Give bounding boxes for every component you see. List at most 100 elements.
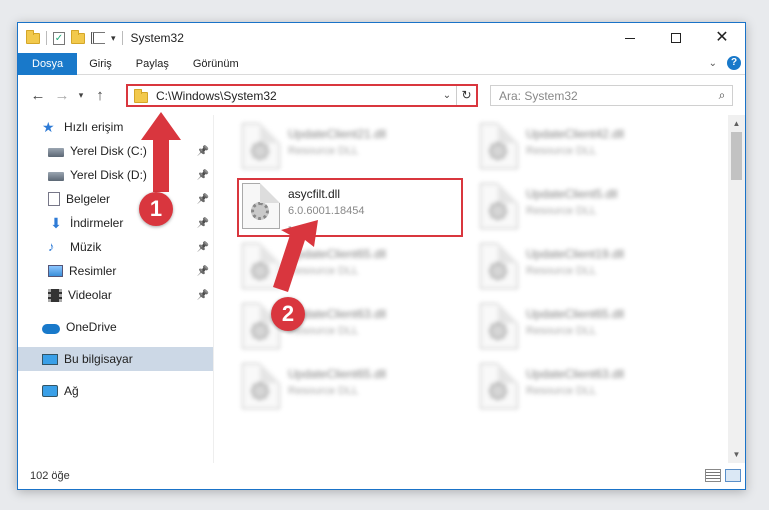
file-text: UpdateClient19.dll Resource DLL [526, 243, 624, 289]
gear-icon [489, 262, 507, 280]
address-bar[interactable]: C:\Windows\System32 ⌄ ↻ [126, 84, 478, 107]
file-item[interactable]: UpdateClient42.dll Resource DLL [480, 123, 624, 169]
pin-icon[interactable]: 📌 [197, 170, 209, 181]
file-description: Resource DLL [526, 265, 597, 277]
file-name: UpdateClient65.dll [288, 367, 387, 381]
file-item[interactable]: UpdateClient21.dll Resource DLL [242, 123, 386, 169]
help-icon[interactable]: ? [727, 56, 741, 70]
pin-icon[interactable]: 📌 [197, 218, 209, 229]
tab-giris[interactable]: Giriş [77, 53, 124, 75]
new-folder-icon[interactable] [71, 29, 85, 44]
gear-icon [251, 382, 269, 400]
pin-icon[interactable]: 📌 [197, 194, 209, 205]
file-text: UpdateClient21.dll Resource DLL [288, 123, 386, 169]
details-view-icon[interactable] [705, 469, 721, 482]
maximize-button[interactable] [653, 23, 699, 53]
sidebar-item[interactable]: Ağ [18, 379, 213, 403]
pin-icon[interactable]: 📌 [197, 242, 209, 253]
pictures-icon [48, 265, 63, 277]
status-bar: 102 öğe [18, 463, 745, 489]
sidebar-item[interactable]: Videolar 📌 [18, 283, 213, 307]
gear-icon [489, 142, 507, 160]
pin-icon[interactable]: 📌 [197, 290, 209, 301]
file-name: UpdateClient21.dll [288, 127, 387, 141]
file-description: Resource DLL [288, 265, 359, 277]
navigation-bar: ← → ▾ ↑ C:\Windows\System32 ⌄ ↻ ⌕ [18, 75, 745, 115]
file-list: UpdateClient21.dll Resource DLL UpdateClie… [218, 115, 728, 463]
search-box[interactable]: ⌕ [490, 85, 733, 106]
file-text: UpdateClient65.dll Resource DLL [288, 363, 386, 409]
file-item[interactable]: UpdateClient63.dll Resource DLL [480, 363, 624, 409]
drive-icon [48, 172, 64, 181]
file-item[interactable]: UpdateClient19.dll Resource DLL [480, 243, 624, 289]
minimize-button[interactable] [607, 23, 653, 53]
navigation-pane: ★ Hızlı erişim Yerel Disk (C:) 📌 Yerel Disk … [18, 115, 214, 463]
recent-locations-chevron-icon[interactable]: ▾ [74, 90, 88, 101]
chevron-down-icon[interactable]: ⌄ [709, 58, 717, 69]
sidebar-item-label: Resimler [69, 264, 117, 278]
onedrive-icon [42, 323, 60, 334]
minimize-icon [625, 37, 635, 39]
sidebar-item[interactable]: ♪ Müzik 📌 [18, 235, 213, 259]
address-dropdown-icon[interactable]: ⌄ [438, 90, 456, 101]
highlight-box [237, 178, 463, 237]
window-title: System32 [130, 31, 184, 45]
sidebar-item-label: Yerel Disk (D:) [70, 168, 147, 182]
sidebar-item[interactable]: OneDrive [18, 315, 213, 339]
file-text: UpdateClient65.dll Resource DLL [526, 303, 624, 349]
tab-dosya[interactable]: Dosya [18, 52, 78, 75]
pin-icon[interactable]: 📌 [197, 146, 209, 157]
close-button[interactable]: ✕ [699, 23, 745, 53]
scroll-up-icon[interactable]: ▲ [728, 115, 745, 132]
dll-file-icon [480, 303, 518, 349]
dll-file-icon [242, 123, 280, 169]
forward-arrow-icon[interactable]: → [50, 87, 74, 104]
file-item[interactable]: UpdateClient63.dll Resource DLL [242, 303, 386, 349]
scroll-down-icon[interactable]: ▼ [728, 446, 745, 463]
file-item[interactable]: UpdateClient5.dll Resource DLL [480, 183, 617, 229]
sidebar-item[interactable]: ⬇ İndirmeler 📌 [18, 211, 213, 235]
chevron-down-icon[interactable]: ▾ [111, 33, 116, 44]
sidebar-item[interactable]: Yerel Disk (D:) 📌 [18, 163, 213, 187]
star-icon: ★ [42, 119, 55, 135]
pin-icon[interactable]: 📌 [197, 266, 209, 277]
properties-check-icon[interactable]: ✓ [53, 31, 65, 45]
maximize-icon [671, 33, 681, 43]
search-icon[interactable]: ⌕ [712, 88, 732, 103]
sidebar-item-label: İndirmeler [70, 216, 124, 230]
file-text: UpdateClient63.dll Resource DLL [526, 363, 624, 409]
sidebar-item-label: Bu bilgisayar [64, 352, 133, 366]
sidebar-item-label: Videolar [68, 288, 112, 302]
music-icon: ♪ [48, 239, 55, 254]
file-text: UpdateClient5.dll Resource DLL [526, 183, 617, 229]
file-item[interactable]: UpdateClient65.dll Resource DLL [480, 303, 624, 349]
file-item[interactable]: UpdateClient65.dll Resource DLL [242, 363, 386, 409]
file-description: Resource DLL [526, 145, 597, 157]
file-item[interactable]: UpdateClient65.dll Resource DLL [242, 243, 386, 289]
file-name: UpdateClient5.dll [526, 187, 618, 201]
download-icon: ⬇ [50, 215, 62, 231]
dll-file-icon [480, 363, 518, 409]
tab-gorunum[interactable]: Görünüm [181, 53, 251, 75]
sidebar-item[interactable]: Bu bilgisayar [18, 347, 213, 371]
refresh-icon[interactable]: ↻ [456, 86, 476, 105]
up-arrow-icon[interactable]: ↑ [88, 87, 112, 104]
address-path[interactable]: C:\Windows\System32 [156, 89, 438, 103]
vertical-scrollbar[interactable]: ▲ ▼ [728, 115, 745, 463]
scroll-thumb[interactable] [731, 132, 742, 180]
sidebar-item[interactable]: Belgeler 📌 [18, 187, 213, 211]
item-count: 102 öğe [30, 470, 70, 482]
file-description: Resource DLL [526, 325, 597, 337]
sidebar-item[interactable]: ★ Hızlı erişim [18, 115, 213, 139]
sidebar-item[interactable]: Yerel Disk (C:) 📌 [18, 139, 213, 163]
sidebar-item[interactable]: Resimler 📌 [18, 259, 213, 283]
tab-paylas[interactable]: Paylaş [124, 53, 181, 75]
large-icons-view-icon[interactable] [725, 469, 741, 482]
sidebar-item-label: Ağ [64, 384, 79, 398]
callout-badge-2: 2 [271, 297, 305, 331]
customize-toolbar-icon[interactable] [91, 32, 105, 44]
search-input[interactable] [499, 88, 712, 103]
file-description: Resource DLL [288, 325, 359, 337]
back-arrow-icon[interactable]: ← [26, 87, 50, 104]
sidebar-item-label: Belgeler [66, 192, 111, 206]
